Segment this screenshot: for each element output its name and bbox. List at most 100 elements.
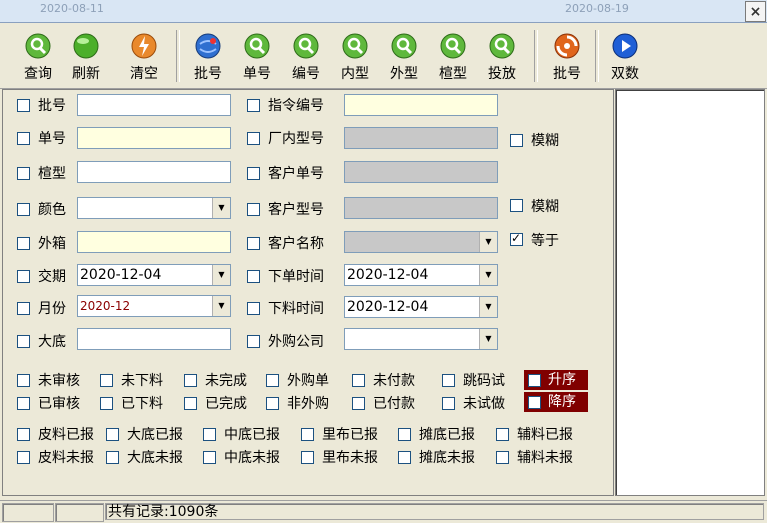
report-checkbox[interactable] [203, 451, 216, 464]
report-checkbox[interactable] [496, 428, 509, 441]
last-model-checkbox[interactable] [17, 167, 30, 180]
report-label: 里布未报 [322, 450, 378, 466]
fuzzy-checkbox-1[interactable] [510, 134, 523, 147]
factory-model-checkbox[interactable] [247, 132, 260, 145]
batch-button[interactable]: 批号 [543, 32, 591, 86]
status-checkbox[interactable] [352, 374, 365, 387]
batch-no-input[interactable] [77, 94, 231, 116]
customer-model-label: 客户型号 [268, 202, 324, 218]
report-checkbox[interactable] [398, 451, 411, 464]
report-checkbox[interactable] [106, 428, 119, 441]
chevron-down-icon[interactable]: ▼ [479, 232, 497, 252]
batch-no-checkbox[interactable] [17, 99, 30, 112]
order-no-checkbox[interactable] [17, 132, 30, 145]
last-model-input[interactable] [77, 161, 231, 183]
color-select[interactable]: ▼ [77, 197, 231, 219]
status-checkbox[interactable] [442, 397, 455, 410]
delivery-date-label: 交期 [38, 269, 66, 285]
order-date-select[interactable]: 2020-12-04 ▼ [344, 264, 498, 286]
month-select[interactable]: 2020-12 ▼ [77, 295, 231, 317]
descending-checkbox[interactable] [528, 396, 541, 409]
report-checkbox[interactable] [301, 451, 314, 464]
status-checkbox[interactable] [184, 374, 197, 387]
customer-model-checkbox[interactable] [247, 203, 260, 216]
delivery-date-select[interactable]: 2020-12-04 ▼ [77, 264, 231, 286]
report-label: 中底未报 [224, 450, 280, 466]
status-bar: 共有记录:1090条 [0, 500, 767, 523]
status-checkbox[interactable] [266, 374, 279, 387]
result-list[interactable] [615, 89, 765, 496]
report-checkbox[interactable] [496, 451, 509, 464]
instruction-no-checkbox[interactable] [247, 99, 260, 112]
fuzzy-checkbox-2[interactable] [510, 199, 523, 212]
close-button[interactable]: × [745, 1, 766, 22]
month-checkbox[interactable] [17, 302, 30, 315]
customer-name-select[interactable]: ▼ [344, 231, 498, 253]
release-button[interactable]: 投放 [478, 32, 526, 86]
report-label: 皮料已报 [38, 427, 94, 443]
order-no-button[interactable]: 单号 [233, 32, 281, 86]
report-checkbox[interactable] [17, 428, 30, 441]
instruction-no-input[interactable] [344, 94, 498, 116]
chevron-down-icon[interactable]: ▼ [212, 265, 230, 285]
status-checkbox[interactable] [17, 397, 30, 410]
customer-name-checkbox[interactable] [247, 237, 260, 250]
code-button[interactable]: 编号 [282, 32, 330, 86]
release-label: 投放 [488, 66, 516, 82]
outsource-company-checkbox[interactable] [247, 335, 260, 348]
report-checkbox[interactable] [203, 428, 216, 441]
carton-input[interactable] [77, 231, 231, 253]
order-date-checkbox[interactable] [247, 270, 260, 283]
report-label: 辅料未报 [517, 450, 573, 466]
status-checkbox[interactable] [100, 374, 113, 387]
outsource-company-select[interactable]: ▼ [344, 328, 498, 350]
inner-model-button[interactable]: 内型 [331, 32, 379, 86]
status-checkbox[interactable] [184, 397, 197, 410]
status-checkbox[interactable] [352, 397, 365, 410]
report-checkbox[interactable] [106, 451, 119, 464]
ascending-toggle[interactable]: 升序 [524, 370, 588, 390]
batch-search-button[interactable]: 批号 [184, 32, 232, 86]
play-icon [612, 33, 638, 59]
carton-label: 外箱 [38, 236, 66, 252]
delivery-date-checkbox[interactable] [17, 270, 30, 283]
report-checkbox[interactable] [398, 428, 411, 441]
descending-label: 降序 [548, 394, 576, 410]
customer-model-input[interactable] [344, 197, 498, 219]
clear-button[interactable]: 清空 [120, 32, 168, 86]
chevron-down-icon[interactable]: ▼ [479, 265, 497, 285]
customer-order-input[interactable] [344, 161, 498, 183]
refresh-button[interactable]: 刷新 [62, 32, 110, 86]
batch-label: 批号 [553, 66, 581, 82]
ascending-checkbox[interactable] [528, 374, 541, 387]
chevron-down-icon[interactable]: ▼ [479, 329, 497, 349]
status-checkbox[interactable] [266, 397, 279, 410]
pairs-button[interactable]: 双数 [601, 32, 649, 86]
status-checkbox[interactable] [442, 374, 455, 387]
status-checkbox[interactable] [100, 397, 113, 410]
customer-order-checkbox[interactable] [247, 167, 260, 180]
color-checkbox[interactable] [17, 203, 30, 216]
chevron-down-icon[interactable]: ▼ [212, 198, 230, 218]
report-checkbox[interactable] [17, 451, 30, 464]
chevron-down-icon[interactable]: ▼ [479, 297, 497, 317]
outsole-checkbox[interactable] [17, 335, 30, 348]
outsole-input[interactable] [77, 328, 231, 350]
cutting-date-select[interactable]: 2020-12-04 ▼ [344, 296, 498, 318]
descending-toggle[interactable]: 降序 [524, 392, 588, 412]
carton-checkbox[interactable] [17, 237, 30, 250]
equals-checkbox[interactable] [510, 231, 523, 246]
status-label: 已下料 [121, 396, 163, 412]
status-label: 未试做 [463, 396, 505, 412]
factory-model-input[interactable] [344, 127, 498, 149]
instruction-no-label: 指令编号 [268, 98, 324, 114]
chevron-down-icon[interactable]: ▼ [212, 296, 230, 316]
query-button[interactable]: 查询 [14, 32, 62, 86]
status-checkbox[interactable] [17, 374, 30, 387]
report-checkbox[interactable] [301, 428, 314, 441]
order-no-input[interactable] [77, 127, 231, 149]
outer-model-button[interactable]: 外型 [380, 32, 428, 86]
last-model-button[interactable]: 楦型 [429, 32, 477, 86]
cutting-date-checkbox[interactable] [247, 302, 260, 315]
ghost-date: 2020-08-19 [565, 2, 629, 15]
